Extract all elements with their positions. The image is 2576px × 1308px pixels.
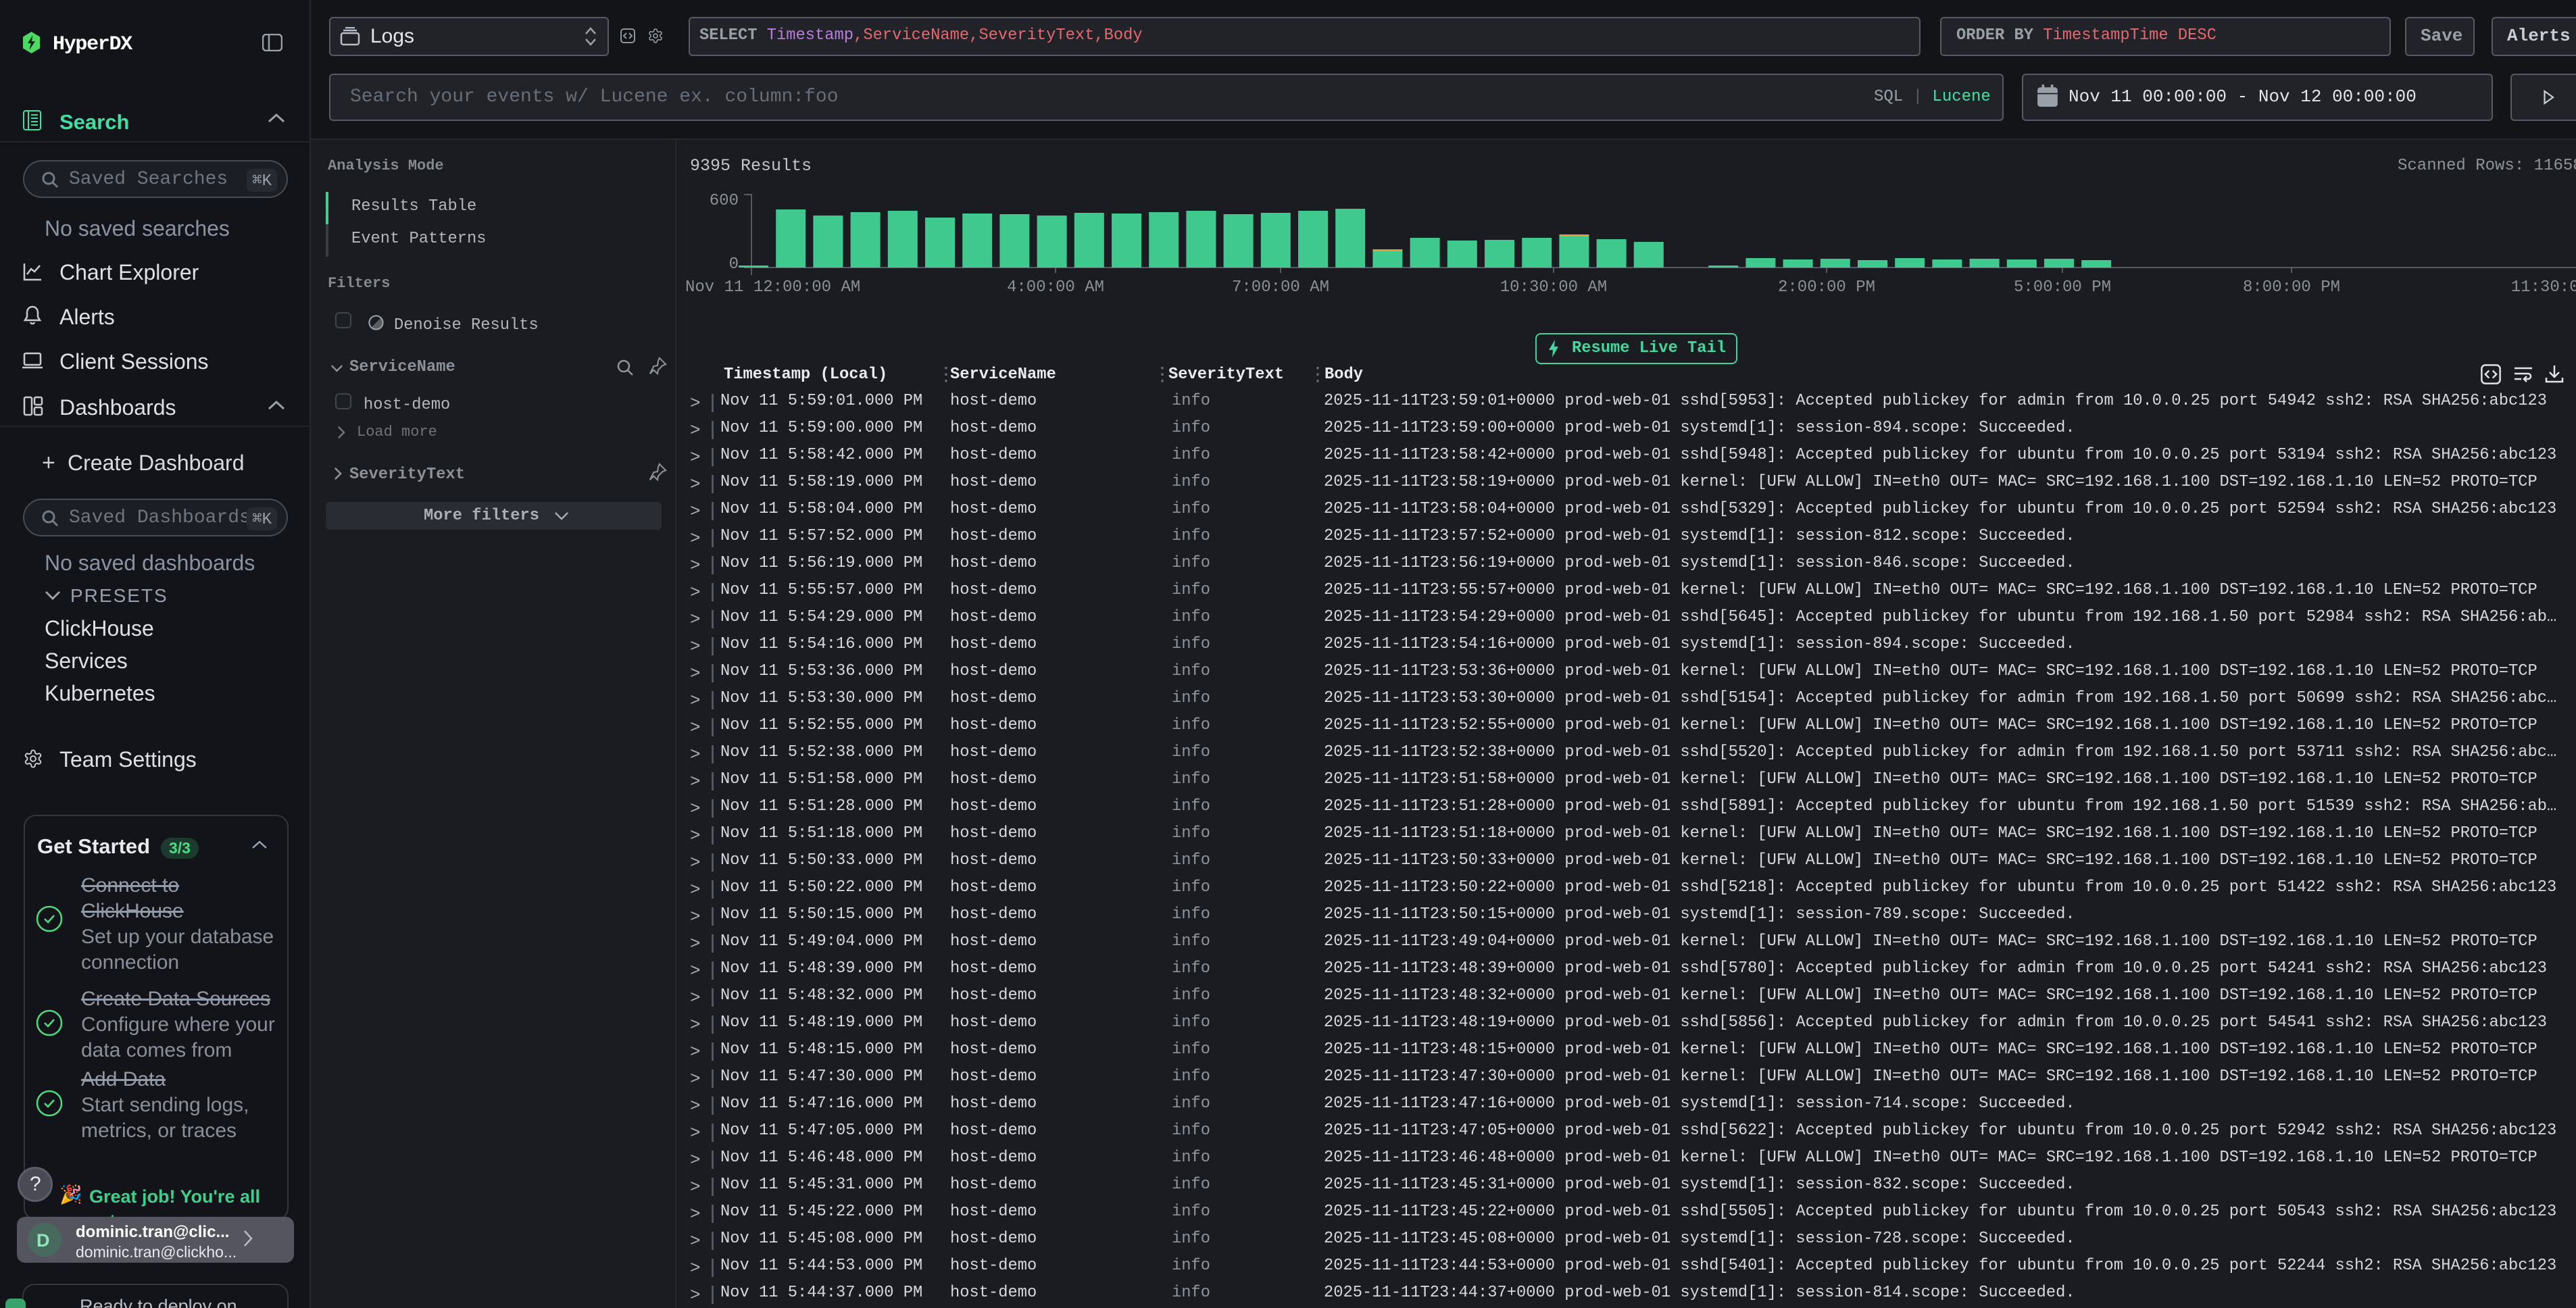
svg-text:0: 0 [729, 255, 739, 274]
svg-text:11:30:00 PM: 11:30:00 PM [2511, 278, 2576, 297]
svg-text:4:00:00 AM: 4:00:00 AM [1007, 278, 1104, 297]
svg-text:10:30:00 AM: 10:30:00 AM [1500, 278, 1607, 297]
svg-text:5:00:00 PM: 5:00:00 PM [2014, 278, 2111, 297]
svg-text:Nov 11 12:00:00 AM: Nov 11 12:00:00 AM [685, 278, 860, 297]
svg-text:2:00:00 PM: 2:00:00 PM [1778, 278, 1875, 297]
svg-text:7:00:00 AM: 7:00:00 AM [1232, 278, 1329, 297]
svg-text:8:00:00 PM: 8:00:00 PM [2243, 278, 2340, 297]
svg-text:600: 600 [710, 192, 739, 210]
